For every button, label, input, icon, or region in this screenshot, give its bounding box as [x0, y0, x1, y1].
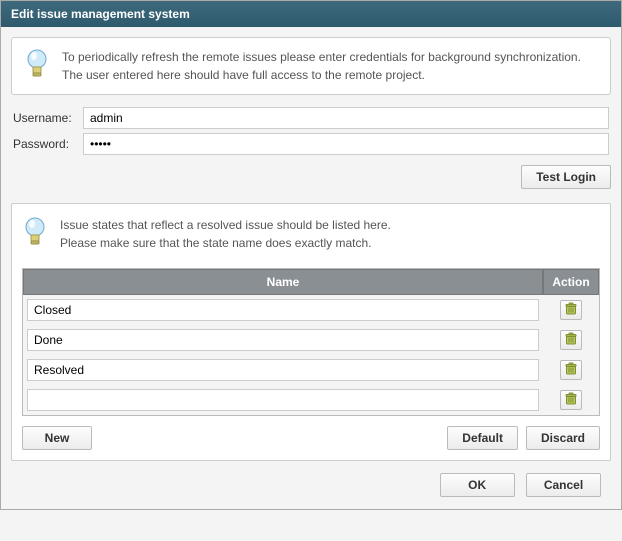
state-name-input[interactable]	[27, 359, 539, 381]
states-info-text: Issue states that reflect a resolved iss…	[60, 216, 391, 252]
spacer	[92, 426, 439, 450]
dialog-content: To periodically refresh the remote issue…	[1, 27, 621, 509]
password-label: Password:	[13, 137, 83, 151]
credentials-fields: Username: Password:	[11, 107, 611, 155]
name-cell	[23, 325, 543, 355]
username-row: Username:	[13, 107, 609, 129]
info-line: To periodically refresh the remote issue…	[62, 48, 581, 66]
states-panel: Issue states that reflect a resolved iss…	[11, 203, 611, 461]
table-row	[23, 355, 599, 385]
trash-icon	[564, 302, 578, 319]
action-cell	[543, 355, 599, 385]
trash-icon	[564, 362, 578, 379]
credentials-info-text: To periodically refresh the remote issue…	[62, 48, 581, 84]
info-line: The user entered here should have full a…	[62, 66, 581, 84]
name-cell	[23, 385, 543, 415]
name-cell	[23, 295, 543, 325]
lightbulb-icon	[22, 216, 48, 251]
state-name-input[interactable]	[27, 299, 539, 321]
username-input[interactable]	[83, 107, 609, 129]
delete-row-button[interactable]	[560, 390, 582, 410]
table-row	[23, 295, 599, 325]
dialog-window: Edit issue management system To periodic…	[0, 0, 622, 510]
delete-row-button[interactable]	[560, 300, 582, 320]
credentials-info-box: To periodically refresh the remote issue…	[11, 37, 611, 95]
delete-row-button[interactable]	[560, 330, 582, 350]
trash-icon	[564, 332, 578, 349]
col-header-name: Name	[23, 269, 543, 295]
table-row	[23, 325, 599, 355]
dialog-footer: OK Cancel	[11, 461, 611, 497]
password-input[interactable]	[83, 133, 609, 155]
lightbulb-icon	[24, 48, 50, 83]
states-button-row: New Default Discard	[22, 426, 600, 450]
name-cell	[23, 355, 543, 385]
default-button[interactable]: Default	[447, 426, 518, 450]
action-cell	[543, 385, 599, 415]
table-row	[23, 385, 599, 415]
col-header-action: Action	[543, 269, 599, 295]
username-label: Username:	[13, 111, 83, 125]
states-table: Name Action	[22, 268, 600, 416]
trash-icon	[564, 392, 578, 409]
states-info-box: Issue states that reflect a resolved iss…	[22, 214, 600, 260]
info-line: Issue states that reflect a resolved iss…	[60, 216, 391, 234]
test-login-button[interactable]: Test Login	[521, 165, 611, 189]
test-login-row: Test Login	[11, 165, 611, 189]
ok-button[interactable]: OK	[440, 473, 515, 497]
state-name-input[interactable]	[27, 329, 539, 351]
action-cell	[543, 325, 599, 355]
delete-row-button[interactable]	[560, 360, 582, 380]
info-line: Please make sure that the state name doe…	[60, 234, 391, 252]
password-row: Password:	[13, 133, 609, 155]
cancel-button[interactable]: Cancel	[526, 473, 601, 497]
new-button[interactable]: New	[22, 426, 92, 450]
state-name-input[interactable]	[27, 389, 539, 411]
action-cell	[543, 295, 599, 325]
dialog-titlebar: Edit issue management system	[1, 1, 621, 27]
discard-button[interactable]: Discard	[526, 426, 600, 450]
dialog-title: Edit issue management system	[11, 7, 190, 21]
